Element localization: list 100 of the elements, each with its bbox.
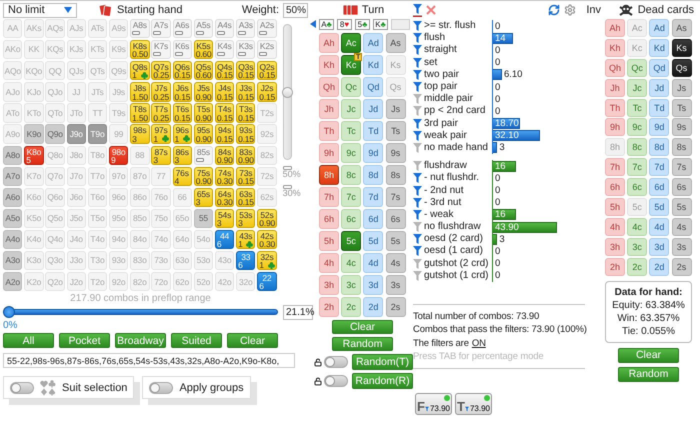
hand-cell[interactable]: K7s xyxy=(151,40,171,60)
hand-cell[interactable]: Q8s 1 xyxy=(130,61,150,80)
hand-cell[interactable]: 74s 0.30 xyxy=(214,166,234,186)
filter-icon[interactable] xyxy=(413,45,422,56)
hand-cell[interactable]: 77 xyxy=(151,166,171,186)
hand-cell[interactable]: 22 6 xyxy=(257,272,277,292)
hand-cell[interactable]: 86s 3 xyxy=(172,146,192,165)
hand-cell[interactable]: K8s 0.50 xyxy=(130,40,150,60)
hand-cell[interactable]: T4s 0.15 xyxy=(214,103,234,123)
card-tile[interactable]: 7d xyxy=(649,158,670,176)
hand-cell[interactable]: 66 xyxy=(172,188,192,208)
card-tile[interactable]: 3c xyxy=(341,275,362,295)
hand-cell[interactable]: K7o xyxy=(24,166,44,186)
hand-cell[interactable]: K4s xyxy=(214,40,234,60)
hand-cell[interactable]: 43o xyxy=(214,251,234,270)
hand-cell[interactable]: T7o xyxy=(88,166,108,186)
hand-cell[interactable]: AJo xyxy=(3,82,22,102)
filter-icon[interactable] xyxy=(413,33,422,44)
lock-icon[interactable] xyxy=(314,376,322,386)
card-tile[interactable]: Th xyxy=(319,121,339,141)
hand-cell[interactable]: 72s xyxy=(257,166,277,186)
card-tile[interactable]: 9d xyxy=(649,118,670,136)
card-tile[interactable]: Jc xyxy=(341,99,362,119)
hand-cell[interactable]: K5o xyxy=(24,208,44,228)
card-tile[interactable]: 3s xyxy=(386,275,406,295)
card-tile[interactable]: 3c xyxy=(627,238,648,256)
card-tile[interactable]: 4d xyxy=(363,253,384,273)
card-tile[interactable]: 8d xyxy=(363,165,384,185)
card-tile[interactable]: Ts xyxy=(386,121,406,141)
hand-cell[interactable]: 92s xyxy=(257,124,277,144)
hand-cell[interactable]: T3o xyxy=(88,251,108,270)
hand-cell[interactable]: Q3o xyxy=(45,251,65,270)
card-tile[interactable]: 4c xyxy=(341,253,362,273)
range-button[interactable]: Suited xyxy=(171,333,222,348)
card-button[interactable]: Clear xyxy=(332,320,393,334)
card-tile[interactable]: Qd xyxy=(363,77,384,97)
hand-cell[interactable]: 62o xyxy=(172,272,192,292)
inventory-label[interactable]: Inv xyxy=(586,4,601,16)
range-percent-field[interactable]: 21.1% xyxy=(283,304,313,320)
card-tile[interactable]: Th xyxy=(605,98,625,117)
slider-thumb[interactable] xyxy=(3,306,15,318)
card-tile[interactable]: As xyxy=(386,33,406,53)
range-button[interactable]: Pocket xyxy=(59,333,110,348)
hand-cell[interactable]: 75s 0.90 xyxy=(194,166,214,186)
card-tile[interactable]: 8h xyxy=(319,165,339,185)
hand-cell[interactable]: J3s 0.15 xyxy=(236,82,256,102)
hand-cell[interactable]: T4o xyxy=(88,230,108,250)
card-tile[interactable]: 9h xyxy=(605,118,625,136)
hand-cell[interactable]: 54s 3 xyxy=(214,208,234,228)
hand-cell[interactable]: K3o xyxy=(24,251,44,270)
card-tile[interactable]: 3h xyxy=(319,275,339,295)
card-tile[interactable]: 4s xyxy=(386,253,406,273)
card-tile[interactable]: 2h xyxy=(319,297,339,317)
card-tile[interactable]: Jh xyxy=(605,78,625,97)
settings-icon[interactable] xyxy=(564,4,576,16)
hand-cell[interactable]: A6o xyxy=(3,188,22,208)
card-tile[interactable]: 8c xyxy=(341,165,362,185)
card-tile[interactable]: Jd xyxy=(363,99,384,119)
close-icon[interactable] xyxy=(426,5,436,15)
hand-cell[interactable]: A9o xyxy=(3,124,22,144)
hand-cell[interactable]: K5s 0.60 xyxy=(194,40,214,60)
hand-cell[interactable]: 42o xyxy=(214,272,234,292)
hand-cell[interactable]: Q6o xyxy=(45,188,65,208)
card-tile[interactable]: Td xyxy=(363,121,384,141)
card-tile[interactable]: 7d xyxy=(363,187,384,207)
card-tile[interactable]: 9s xyxy=(672,118,692,136)
board-card[interactable]: 8♥ xyxy=(337,18,352,30)
toggle-switch[interactable] xyxy=(10,382,34,394)
card-tile[interactable]: 6c xyxy=(627,178,648,196)
hand-cell[interactable]: 32o xyxy=(236,272,256,292)
card-tile[interactable]: 7c xyxy=(341,187,362,207)
filter-icon[interactable] xyxy=(413,246,422,256)
hand-cell[interactable]: JTo xyxy=(66,103,86,123)
hand-cell[interactable]: 86o xyxy=(130,188,150,208)
hand-cell[interactable]: K8o 5 xyxy=(24,146,44,165)
hand-cell[interactable]: T3s 0.15 xyxy=(236,103,256,123)
hand-cell[interactable]: J5s 0.90 xyxy=(194,82,214,102)
card-tile[interactable]: 5s xyxy=(672,198,692,216)
range-text-field[interactable]: 55-22,98s-96s,87s-86s,76s,65s,54s-53s,43s,32s,A8o-A2o,K9o-K8o, xyxy=(3,353,295,368)
hand-cell[interactable]: J8s 1.50 xyxy=(130,82,150,102)
hand-cell[interactable]: Q6s 0.15 xyxy=(172,61,192,80)
hand-cell[interactable]: QJo xyxy=(45,82,65,102)
hand-cell[interactable]: T5s 0.90 xyxy=(194,103,214,123)
card-tile[interactable]: Ah xyxy=(605,19,625,37)
hand-cell[interactable]: T2o xyxy=(88,272,108,292)
hand-cell[interactable]: 52s 0.90 xyxy=(257,208,277,228)
hand-cell[interactable]: Q5o xyxy=(45,208,65,228)
card-tile[interactable]: 2s xyxy=(672,258,692,276)
hand-cell[interactable]: Q9o xyxy=(45,124,65,144)
card-tile[interactable]: Kh xyxy=(605,38,625,57)
card-tile[interactable]: 2c xyxy=(341,297,362,317)
hand-cell[interactable]: ATo xyxy=(3,103,22,123)
hand-cell[interactable]: 63o xyxy=(172,251,192,270)
card-tile[interactable]: 6s xyxy=(672,178,692,196)
filter-state[interactable]: ON xyxy=(472,336,486,350)
hand-cell[interactable]: 63s 0.15 xyxy=(236,188,256,208)
hand-cell[interactable]: T5o xyxy=(88,208,108,228)
hand-cell[interactable]: Q5s 0.60 xyxy=(194,61,214,80)
hand-cell[interactable]: 73s 0.15 xyxy=(236,166,256,186)
hand-cell[interactable]: Q3s 0.15 xyxy=(236,61,256,80)
